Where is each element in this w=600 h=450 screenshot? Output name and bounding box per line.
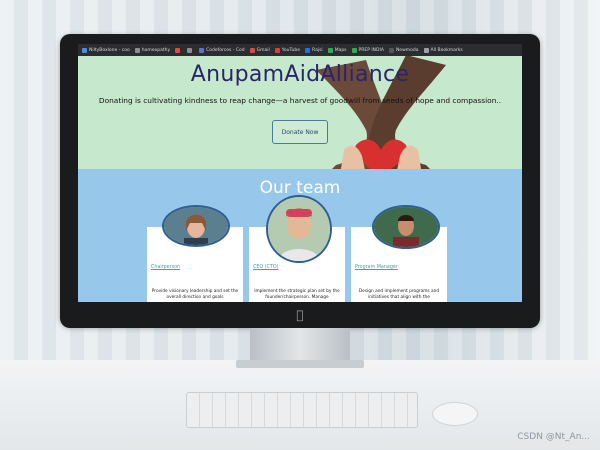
- bookmark-item[interactable]: Rajsi: [305, 47, 323, 53]
- avatar-chairperson: [162, 205, 230, 247]
- team-member-description: Implement the strategic plan set by the …: [254, 289, 340, 300]
- bookmark-item[interactable]: homeopathy: [134, 47, 171, 53]
- bookmark-favicon-icon: [388, 47, 394, 53]
- keyboard: [186, 392, 418, 428]
- bookmark-label: Newmoda: [395, 47, 419, 53]
- avatar-ceo: [266, 195, 332, 263]
- bookmark-label: NiltyBoxlone - coo: [89, 47, 130, 53]
- monitor-stand-base: [236, 360, 364, 368]
- hero-tagline: Donating is cultivating kindness to reap…: [98, 96, 502, 105]
- bookmark-item[interactable]: Gmail: [249, 47, 270, 53]
- mouse: [432, 402, 478, 426]
- apple-logo-icon: : [293, 308, 307, 322]
- bookmark-label: homeopathy: [141, 47, 171, 53]
- bookmark-item[interactable]: NiltyBoxlone - coo: [82, 47, 130, 53]
- bookmark-favicon-icon: [351, 47, 357, 53]
- bookmark-label: Gmail: [256, 47, 270, 53]
- bookmark-label: Codeforces - Cod: [206, 47, 245, 53]
- monitor-stand: [250, 328, 350, 364]
- team-member-role[interactable]: Program Manager: [355, 265, 398, 270]
- monitor-screen: NiltyBoxlone - coo homeopathy Codeforces -…: [78, 44, 522, 302]
- bookmark-item[interactable]: Newmoda: [388, 47, 419, 53]
- bookmark-favicon-icon: [423, 47, 429, 53]
- bookmark-favicon-icon: [305, 47, 311, 53]
- avatar-program-manager: [372, 205, 440, 249]
- bookmark-label: YouTube: [281, 47, 301, 53]
- team-section: Our team Chairperson Provide visionary l…: [78, 169, 522, 302]
- bookmark-item[interactable]: PREP INDIA: [351, 47, 384, 53]
- bookmark-label: Rajsi: [312, 47, 323, 53]
- bookmark-favicon-icon: [175, 47, 181, 53]
- bookmark-favicon-icon: [199, 47, 205, 53]
- bookmark-label: PREP INDIA: [358, 47, 384, 53]
- bookmark-favicon-icon: [327, 47, 333, 53]
- bookmark-favicon-icon: [134, 47, 140, 53]
- hero-section: AnupamAidAlliance Donating is cultivatin…: [78, 56, 522, 169]
- bookmark-favicon-icon: [274, 47, 280, 53]
- team-member-role[interactable]: CEO (CTO): [253, 265, 278, 270]
- bookmark-label: Maps: [334, 47, 347, 53]
- team-member-description: Design and implement programs and initia…: [358, 289, 440, 300]
- bookmark-item[interactable]: [175, 47, 182, 53]
- site-title: AnupamAidAlliance: [190, 62, 410, 87]
- bookmark-item[interactable]: [187, 47, 194, 53]
- bookmark-item[interactable]: Maps: [327, 47, 347, 53]
- bookmark-favicon-icon: [82, 47, 87, 53]
- bookmark-favicon-icon: [187, 47, 193, 53]
- bookmarks-bar: NiltyBoxlone - coo homeopathy Codeforces -…: [78, 44, 522, 56]
- team-member-role[interactable]: Chairperson: [151, 265, 180, 270]
- photo-watermark: CSDN @Nt_An...: [517, 432, 590, 442]
- bookmark-label: All Bookmarks: [430, 47, 463, 53]
- bookmark-item[interactable]: All Bookmarks: [423, 47, 463, 53]
- bookmark-favicon-icon: [249, 47, 255, 53]
- bookmark-item[interactable]: YouTube: [274, 47, 301, 53]
- bookmark-item[interactable]: Codeforces - Cod: [199, 47, 245, 53]
- team-member-description: Provide visionary leadership and set the…: [151, 289, 239, 300]
- donate-now-button[interactable]: Donate Now: [272, 120, 328, 144]
